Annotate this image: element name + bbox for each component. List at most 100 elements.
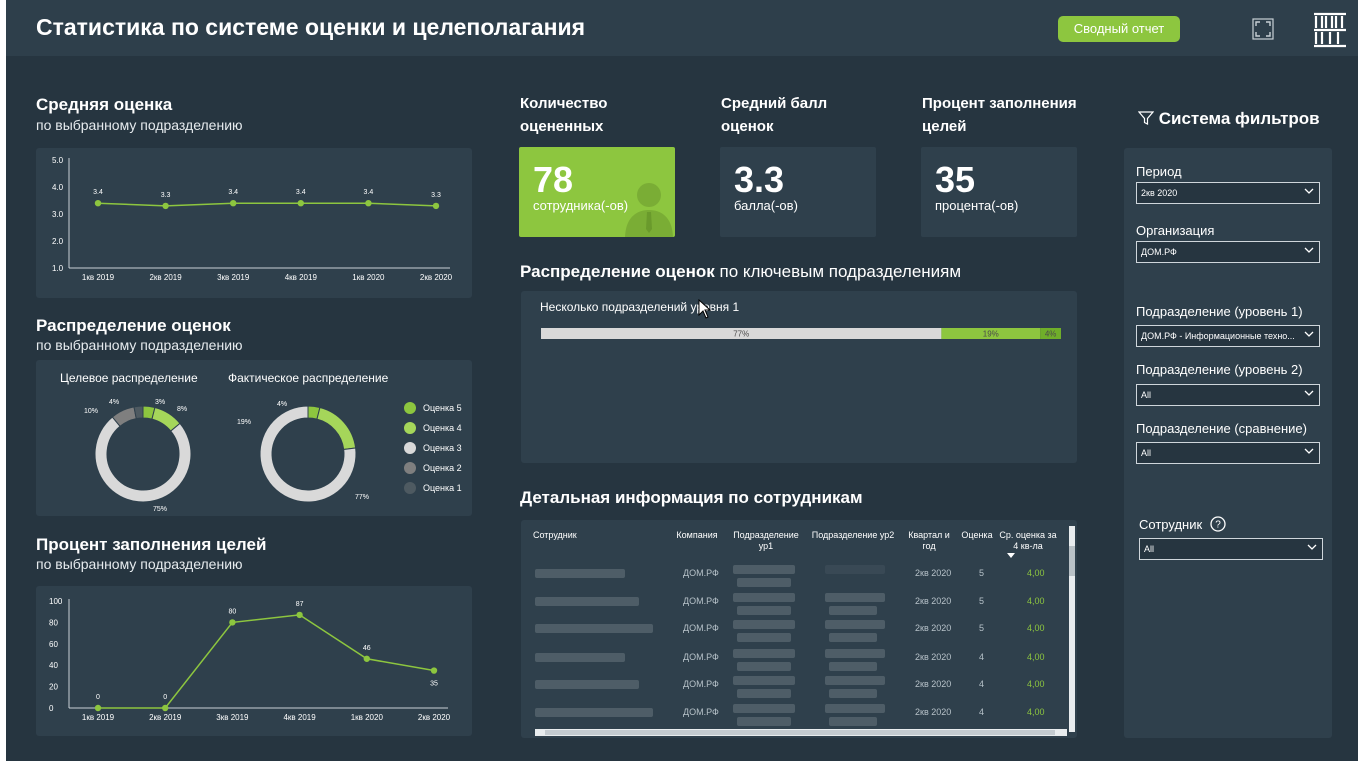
pie-slice [316, 406, 357, 451]
distribution-donuts: 4% 10% 8% 3% 75% 4% 19% 77% Оценка 5 Оценка 4 Оцен… [84, 399, 462, 513]
table-row[interactable]: ДОМ.РФ 2кв 2020 5 4,00 [521, 620, 1069, 644]
svg-text:?: ? [1215, 520, 1221, 531]
data-label: 46 [363, 645, 371, 652]
key-units-title: Распределение оценок по ключевым подразд… [520, 262, 961, 282]
data-point [230, 200, 237, 207]
cell-avg-score: 4,00 [1027, 623, 1045, 633]
legend-label: Оценка 5 [423, 403, 462, 413]
col-unit1[interactable]: Подразделение ур1 [729, 530, 803, 552]
cell-score: 4 [979, 679, 985, 689]
y-tick-label: 4.0 [52, 183, 64, 192]
filter-label-unit2: Подразделение (уровень 2) [1136, 362, 1303, 377]
col-employee[interactable]: Сотрудник [533, 530, 577, 541]
goals-subtitle: по выбранному подразделению [36, 556, 243, 572]
col-quarter[interactable]: Квартал и год [905, 530, 953, 552]
filter-org-select[interactable]: ДОМ.РФ [1136, 241, 1320, 263]
distribution-subtitle: по выбранному подразделению [36, 337, 243, 353]
avg-score-panel: 5.0 4.0 3.0 2.0 1.0 1кв 2019 2кв 2019 3кв 2019 4… [36, 148, 472, 298]
col-unit2[interactable]: Подразделение ур2 [807, 530, 899, 541]
goals-panel: 100 80 60 40 20 0 1кв 2019 2кв 2019 3кв 2019 4кв … [36, 586, 472, 736]
redacted-unit2 [829, 717, 877, 726]
horizontal-scrollbar[interactable] [535, 729, 1067, 736]
avg-score-title: Средняя оценка [36, 95, 173, 114]
y-tick-label: 80 [49, 618, 58, 627]
legend-swatch [404, 442, 416, 454]
data-label: 3.4 [364, 189, 374, 196]
filter-employee-select[interactable]: All [1139, 538, 1323, 560]
redacted-unit1 [737, 689, 791, 698]
data-point [162, 202, 169, 210]
redacted-employee-name [535, 653, 625, 662]
data-label: 3.4 [93, 189, 103, 196]
data-label: 35 [430, 681, 438, 688]
filter-compare-select[interactable]: All [1136, 442, 1320, 464]
help-icon[interactable]: ? [1210, 516, 1226, 532]
redacted-unit1 [737, 717, 791, 726]
data-point [365, 200, 372, 207]
table-row[interactable]: ДОМ.РФ 2кв 2020 4 4,00 [521, 676, 1069, 700]
kpi-card-evaluated: 78 сотрудника(-ов) [519, 147, 675, 237]
col-company[interactable]: Компания [673, 530, 721, 541]
person-icon [625, 183, 673, 237]
x-tick-label: 2кв 2019 [149, 273, 182, 282]
kpi-unit-evaluated: сотрудника(-ов) [533, 198, 629, 213]
kpi-value-goals: 35 [935, 159, 976, 200]
series-line [97, 202, 437, 207]
data-label: 87 [296, 601, 304, 608]
filter-unit2-select[interactable]: All [1136, 384, 1320, 406]
vertical-scrollbar[interactable] [1069, 526, 1075, 732]
redacted-unit2 [825, 649, 885, 658]
filter-unit1-select[interactable]: ДОМ.РФ - Информационные техно... [1136, 325, 1320, 347]
chevron-down-icon [1307, 544, 1317, 550]
cell-company: ДОМ.РФ [683, 652, 719, 662]
x-tick-label: 1кв 2019 [82, 713, 115, 722]
redacted-unit1 [733, 593, 795, 602]
filter-label-org: Организация [1136, 223, 1215, 238]
legend-label: Оценка 3 [423, 443, 462, 453]
funnel-icon [1137, 111, 1155, 125]
table-row[interactable]: ДОМ.РФ 2кв 2020 4 4,00 [521, 649, 1069, 673]
pie-data-label: 4% [109, 399, 119, 406]
dom-rf-logo [1312, 10, 1348, 55]
summary-report-button[interactable]: Сводный отчет [1058, 16, 1180, 42]
cell-quarter: 2кв 2020 [915, 652, 952, 662]
chevron-down-icon [1304, 247, 1314, 253]
sort-desc-icon[interactable] [1007, 553, 1015, 559]
data-point [229, 619, 236, 626]
kpi-label-avg: Средний балл оценок [721, 95, 828, 135]
horizontal-scroll-thumb[interactable] [545, 730, 1055, 735]
data-point [363, 655, 370, 662]
data-point [430, 667, 438, 674]
cell-quarter: 2кв 2020 [915, 623, 952, 633]
x-tick-label: 4кв 2019 [285, 273, 318, 282]
data-point [162, 704, 169, 712]
cell-company: ДОМ.РФ [683, 707, 719, 717]
table-row[interactable]: ДОМ.РФ 2кв 2020 5 4,00 [521, 593, 1069, 617]
legend-label: Оценка 2 [423, 463, 462, 473]
redacted-unit1 [737, 633, 791, 642]
cell-quarter: 2кв 2020 [915, 596, 952, 606]
filter-period-select[interactable]: 2кв 2020 [1136, 182, 1320, 204]
vertical-scroll-thumb[interactable] [1069, 546, 1075, 576]
x-tick-label: 1кв 2020 [351, 713, 384, 722]
col-score[interactable]: Оценка [957, 530, 997, 541]
dashboard: Статистика по системе оценки и целеполаг… [6, 0, 1358, 761]
table-row[interactable]: ДОМ.РФ 2кв 2020 5 4,00 [521, 565, 1069, 589]
y-tick-label: 40 [49, 661, 58, 670]
col-avg-score[interactable]: Ср. оценка за 4 кв-ла [999, 530, 1057, 552]
redacted-unit1 [733, 704, 795, 713]
cell-score: 5 [979, 623, 985, 633]
redacted-employee-name [535, 624, 653, 633]
kpi-unit-avg: балла(-ов) [734, 198, 798, 213]
x-tick-label: 2кв 2020 [420, 273, 453, 282]
legend-swatch [404, 402, 416, 414]
expand-icon[interactable] [1252, 18, 1274, 45]
legend-swatch [404, 462, 416, 474]
key-units-panel: Несколько подразделений уровня 1 77% 19% 4… [521, 291, 1077, 463]
cell-company: ДОМ.РФ [683, 596, 719, 606]
redacted-unit1 [733, 565, 795, 574]
table-row[interactable]: ДОМ.РФ 2кв 2020 4 4,00 [521, 704, 1069, 728]
redacted-employee-name [535, 569, 625, 578]
filter-label-employee: Сотрудник ? [1139, 516, 1226, 532]
cell-avg-score: 4,00 [1027, 596, 1045, 606]
